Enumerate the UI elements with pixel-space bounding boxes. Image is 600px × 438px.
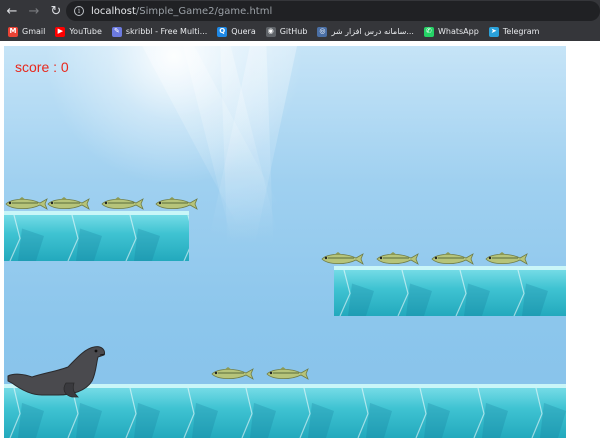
bookmark-label: Gmail bbox=[22, 27, 46, 36]
bookmark-favicon-icon: ➤ bbox=[488, 26, 499, 37]
address-bar[interactable]: i localhost/Simple_Game2/game.html bbox=[66, 1, 600, 21]
reload-button[interactable]: ↻ bbox=[46, 1, 66, 21]
site-info-icon[interactable]: i bbox=[74, 6, 84, 16]
bookmark-label: WhatsApp bbox=[437, 27, 479, 36]
bookmark-quera[interactable]: Q Quera bbox=[217, 26, 256, 37]
fish-icon bbox=[211, 367, 254, 380]
bookmark-favicon-icon: ✆ bbox=[423, 26, 434, 37]
ice-platform-upper-left bbox=[4, 211, 189, 261]
bookmark-favicon-icon: Q bbox=[217, 26, 228, 37]
score-display: score : 0 bbox=[15, 59, 69, 75]
back-button[interactable]: ← bbox=[2, 1, 22, 21]
ice-platform-mid-right bbox=[334, 266, 566, 316]
bookmark-favicon-icon: M bbox=[8, 26, 18, 37]
fish-icon bbox=[266, 367, 309, 380]
page-content: score : 0 bbox=[0, 41, 600, 438]
bookmark-label: سامانه درس افزار شر... bbox=[331, 27, 414, 36]
bookmark-label: Telegram bbox=[502, 27, 540, 36]
fish-icon bbox=[5, 197, 48, 210]
fish-icon bbox=[431, 252, 474, 265]
bookmarks-bar: M Gmail ▶ YouTube ✎ skribbl - Free Multi... Q Q… bbox=[0, 22, 600, 41]
bookmark-youtube[interactable]: ▶ YouTube bbox=[55, 26, 102, 37]
back-arrow-icon: ← bbox=[6, 3, 18, 19]
forward-button[interactable]: → bbox=[24, 1, 44, 21]
bookmark-favicon-icon: ✎ bbox=[111, 26, 122, 37]
bookmark-favicon-icon: ◉ bbox=[265, 26, 276, 37]
fish-icon bbox=[47, 197, 90, 210]
game-canvas[interactable]: score : 0 bbox=[4, 46, 566, 438]
url-text: localhost/Simple_Game2/game.html bbox=[91, 6, 272, 17]
bookmark-whatsapp[interactable]: ✆ WhatsApp bbox=[423, 26, 479, 37]
bookmark-gmail[interactable]: M Gmail bbox=[8, 26, 46, 37]
bookmark-skribbl-free-multi[interactable]: ✎ skribbl - Free Multi... bbox=[111, 26, 208, 37]
bookmark-favicon-icon: ▶ bbox=[55, 26, 66, 37]
browser-toolbar: ← → ↻ i localhost/Simple_Game2/game.html bbox=[0, 0, 600, 22]
fish-icon bbox=[101, 197, 144, 210]
forward-arrow-icon: → bbox=[28, 3, 40, 19]
fish-icon bbox=[155, 197, 198, 210]
bookmark-label: skribbl - Free Multi... bbox=[125, 27, 208, 36]
fish-icon bbox=[376, 252, 419, 265]
bookmark-telegram[interactable]: ➤ Telegram bbox=[488, 26, 540, 37]
bookmark-favicon-icon: ◎ bbox=[317, 26, 328, 37]
seal-player bbox=[7, 346, 106, 398]
bookmark-label: YouTube bbox=[69, 27, 102, 36]
url-path: /Simple_Game2/game.html bbox=[135, 5, 273, 17]
fish-icon bbox=[321, 252, 364, 265]
fish-icon bbox=[485, 252, 528, 265]
bookmark-github[interactable]: ◉ GitHub bbox=[265, 26, 308, 37]
reload-icon: ↻ bbox=[50, 3, 62, 19]
bookmark-label: GitHub bbox=[279, 27, 308, 36]
url-host: localhost bbox=[91, 5, 136, 17]
bookmark-label: Quera bbox=[231, 27, 256, 36]
bookmark-5[interactable]: ◎ سامانه درس افزار شر... bbox=[317, 26, 414, 37]
